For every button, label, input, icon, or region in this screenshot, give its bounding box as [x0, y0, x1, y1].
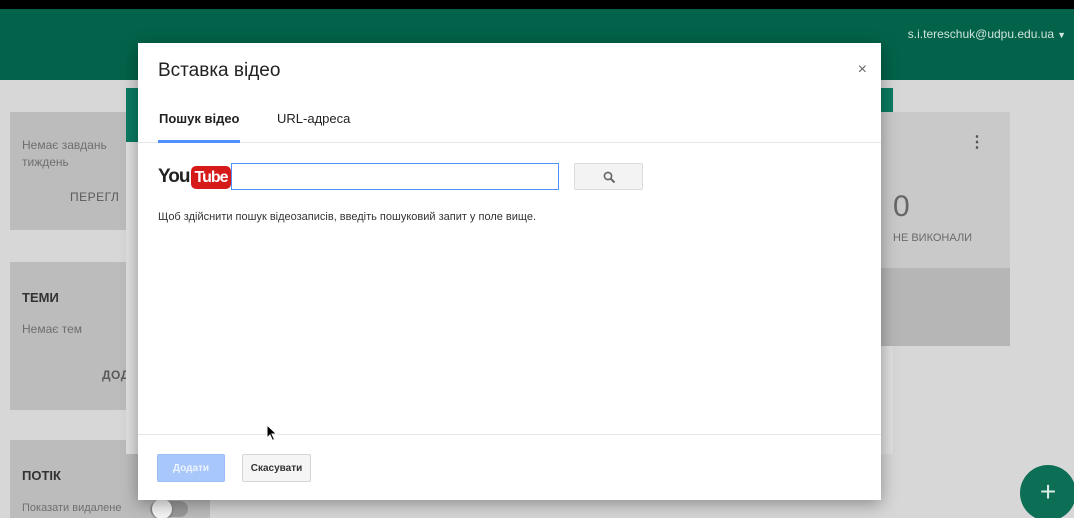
topics-title: ТЕМИ [22, 290, 59, 305]
video-search-input[interactable] [231, 163, 559, 190]
not-done-label: НЕ ВИКОНАЛИ [893, 232, 973, 244]
stream-title: ПОТІК [22, 468, 61, 483]
search-hint: Щоб здійснити пошук відеозаписів, введіт… [158, 211, 536, 223]
show-deleted-label: Показати видалене [22, 502, 122, 514]
youtube-logo-you: You [158, 166, 191, 187]
youtube-logo: You Tube [158, 164, 231, 190]
view-all-button[interactable]: ПЕРЕГЛ [70, 190, 119, 204]
close-icon[interactable]: × [858, 61, 867, 79]
mouse-cursor-icon [266, 424, 278, 442]
youtube-logo-tube: Tube [191, 165, 231, 189]
toggle-knob[interactable] [152, 499, 172, 518]
account-email: s.i.tereschuk@udpu.edu.ua [907, 27, 1055, 41]
upcoming-text-1: Немає завдань [22, 138, 107, 152]
dialog-footer: Додати Скасувати [138, 434, 881, 500]
account-menu[interactable]: s.i.tereschuk@udpu.edu.ua ▼ [908, 27, 1066, 41]
active-tab-indicator [158, 140, 240, 143]
plus-icon[interactable]: + [1020, 465, 1074, 518]
more-vert-icon[interactable]: ⋮ [969, 132, 985, 152]
search-button[interactable] [574, 163, 643, 190]
top-edge [0, 0, 1074, 9]
upcoming-text-2: тиждень [22, 155, 69, 169]
search-icon [603, 171, 616, 184]
dialog-tabs: Пошук відео URL-адреса [138, 101, 881, 143]
tab-video-search[interactable]: Пошук відео [159, 111, 240, 126]
dialog-title: Вставка відео [158, 60, 281, 81]
stats-card-lower [868, 268, 1010, 346]
topics-empty-text: Немає тем [22, 322, 83, 336]
not-done-count: 0 [893, 190, 910, 223]
tab-url[interactable]: URL-адреса [277, 111, 350, 126]
caret-down-icon: ▼ [1057, 30, 1066, 40]
cancel-button[interactable]: Скасувати [242, 454, 311, 482]
add-button[interactable]: Додати [157, 454, 225, 482]
insert-video-dialog: Вставка відео × Пошук відео URL-адреса Y… [138, 43, 881, 500]
stats-card [868, 112, 1010, 268]
